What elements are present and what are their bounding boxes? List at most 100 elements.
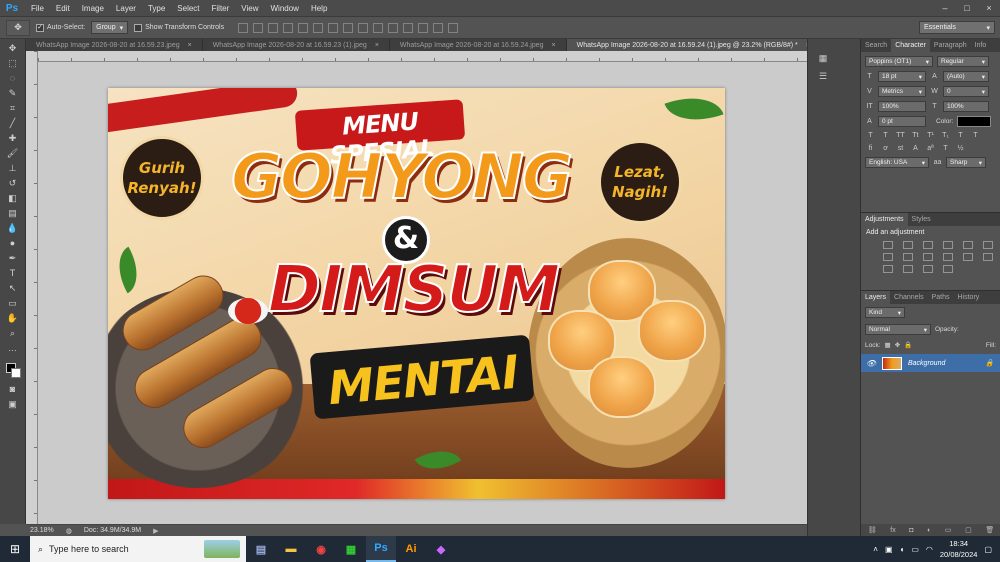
threshold-icon[interactable] — [903, 265, 913, 273]
levels-icon[interactable] — [903, 241, 913, 249]
all-caps-icon[interactable]: TT — [895, 131, 906, 140]
gradient-map-icon[interactable] — [923, 265, 933, 273]
distribute-right-icon[interactable] — [403, 22, 414, 33]
chrome-icon[interactable]: ◉ — [306, 536, 336, 562]
trash-icon[interactable]: 🗑 — [985, 526, 994, 534]
menu-window[interactable]: Window — [265, 4, 305, 13]
eraser-tool-icon[interactable]: ◧ — [5, 193, 21, 204]
new-layer-icon[interactable]: ▢ — [965, 526, 972, 534]
alternates-icon[interactable]: A — [910, 144, 921, 153]
vibrance-icon[interactable] — [963, 241, 973, 249]
tab-character[interactable]: Character — [891, 39, 930, 52]
text-color-swatch[interactable] — [957, 116, 992, 127]
vertical-scale-field[interactable]: 100% — [878, 101, 926, 112]
ligatures-icon[interactable]: fi — [865, 144, 876, 153]
pen-tool-icon[interactable]: ✒ — [5, 253, 21, 264]
align-middle-icon[interactable] — [253, 22, 264, 33]
old-style-icon[interactable]: ơ — [880, 144, 891, 153]
distribute-center-icon[interactable] — [388, 22, 399, 33]
file-explorer-icon[interactable]: ▬ — [276, 536, 306, 562]
align-right-icon[interactable] — [313, 22, 324, 33]
kerning-field[interactable]: Metrics ▾ — [878, 86, 926, 97]
tab-paths[interactable]: Paths — [928, 291, 954, 304]
color-balance-icon[interactable] — [883, 253, 893, 261]
blur-tool-icon[interactable]: 💧 — [5, 223, 21, 234]
faux-italic-icon[interactable]: T — [880, 131, 891, 140]
swash-icon[interactable]: st — [895, 144, 906, 153]
color-swatches[interactable] — [5, 362, 21, 380]
anti-alias-select[interactable]: Sharp ▾ — [946, 157, 986, 168]
eye-icon[interactable]: 👁 — [866, 359, 876, 368]
adjustment-layer-icon[interactable]: ◐ — [927, 527, 931, 534]
doc-info-icon[interactable]: ◍ — [66, 527, 72, 535]
layer-filter-select[interactable]: Kind ▾ — [865, 307, 905, 318]
align-top-icon[interactable] — [238, 22, 249, 33]
healing-brush-tool-icon[interactable]: ✚ — [5, 133, 21, 144]
color-lookup-icon[interactable] — [963, 253, 973, 261]
minimize-button[interactable]: – — [934, 3, 956, 13]
tab-styles[interactable]: Styles — [908, 213, 935, 226]
calculator-icon[interactable]: ▤ — [246, 536, 276, 562]
tracking-field[interactable]: 0 ▾ — [943, 86, 989, 97]
lock-pixels-icon[interactable]: ▦ — [885, 341, 891, 349]
screen-mode-icon[interactable]: ▣ — [5, 399, 21, 410]
font-size-field[interactable]: 18 pt ▾ — [878, 71, 926, 82]
network-icon[interactable]: ▣ — [885, 545, 893, 554]
chevron-right-icon[interactable]: ▶ — [153, 527, 158, 535]
tab-channels[interactable]: Channels — [890, 291, 928, 304]
leading-field[interactable]: (Auto) ▾ — [943, 71, 989, 82]
superscript-icon[interactable]: T¹ — [925, 131, 936, 140]
quick-mask-icon[interactable]: ◙ — [5, 384, 21, 395]
fractions-icon[interactable]: ½ — [955, 144, 966, 153]
small-caps-icon[interactable]: Tt — [910, 131, 921, 140]
fx-icon[interactable]: fx — [890, 527, 895, 534]
volume-icon[interactable]: ◖ — [900, 545, 905, 554]
distribute-left-icon[interactable] — [373, 22, 384, 33]
canvas-area[interactable]: MENU SPESIAL GOHYONG & DIMSUM MENTAI Gur… — [38, 62, 807, 524]
tab-layers[interactable]: Layers — [861, 291, 891, 304]
distribute-top-icon[interactable] — [328, 22, 339, 33]
font-style-select[interactable]: Regular ▾ — [937, 56, 989, 67]
wifi-icon[interactable]: ◠ — [926, 545, 933, 554]
vertical-ruler[interactable] — [26, 51, 38, 524]
tab-paragraph[interactable]: Paragraph — [930, 39, 971, 52]
3d-pan-icon[interactable] — [448, 22, 459, 33]
brightness-contrast-icon[interactable] — [883, 241, 893, 249]
illustrator-taskbar-icon[interactable]: Ai — [396, 536, 426, 562]
invert-icon[interactable] — [983, 253, 993, 261]
properties-panel-icon[interactable]: ☰ — [816, 71, 830, 83]
maximize-button[interactable]: □ — [956, 3, 978, 13]
clone-stamp-tool-icon[interactable]: ⊥ — [5, 163, 21, 174]
menu-layer[interactable]: Layer — [110, 4, 142, 13]
gradient-tool-icon[interactable]: ▤ — [5, 208, 21, 219]
menu-type[interactable]: Type — [142, 4, 171, 13]
hue-saturation-icon[interactable] — [983, 241, 993, 249]
add-mask-icon[interactable]: ◘ — [909, 527, 913, 534]
menu-image[interactable]: Image — [76, 4, 110, 13]
spreadsheet-app-icon[interactable]: ▦ — [336, 536, 366, 562]
taskbar-search[interactable]: ⌕ Type here to search — [30, 536, 246, 562]
new-group-icon[interactable]: ▭ — [945, 526, 952, 534]
document-canvas[interactable]: MENU SPESIAL GOHYONG & DIMSUM MENTAI Gur… — [108, 88, 725, 499]
close-icon[interactable]: × — [188, 42, 192, 49]
photoshop-taskbar-icon[interactable]: Ps — [366, 536, 396, 562]
marquee-tool-icon[interactable]: ⬚ — [5, 58, 21, 69]
path-select-tool-icon[interactable]: ↖ — [5, 283, 21, 294]
eyedropper-tool-icon[interactable]: ╱ — [5, 118, 21, 129]
battery-icon[interactable]: ▭ — [911, 545, 919, 554]
lasso-tool-icon[interactable]: ◌ — [5, 73, 21, 84]
quick-select-tool-icon[interactable]: ✎ — [5, 88, 21, 99]
windows-start-icon[interactable]: ⊞ — [0, 536, 30, 562]
tab-history[interactable]: History — [954, 291, 984, 304]
menu-file[interactable]: File — [25, 4, 50, 13]
posterize-icon[interactable] — [883, 265, 893, 273]
clock[interactable]: 18:34 20/08/2024 — [940, 538, 978, 560]
type-tool-icon[interactable]: T — [5, 268, 21, 279]
strikethrough-icon[interactable]: T — [970, 131, 981, 140]
hand-tool-icon[interactable]: ✋ — [5, 313, 21, 324]
lock-position-icon[interactable]: ✥ — [895, 341, 900, 349]
shape-tool-icon[interactable]: ▭ — [5, 298, 21, 309]
zoom-tool-icon[interactable]: ⌕ — [5, 328, 21, 339]
document-tab[interactable]: WhatsApp Image 2026-08-20 at 16.59.24.jp… — [390, 39, 567, 51]
background-color-swatch[interactable] — [10, 368, 21, 378]
